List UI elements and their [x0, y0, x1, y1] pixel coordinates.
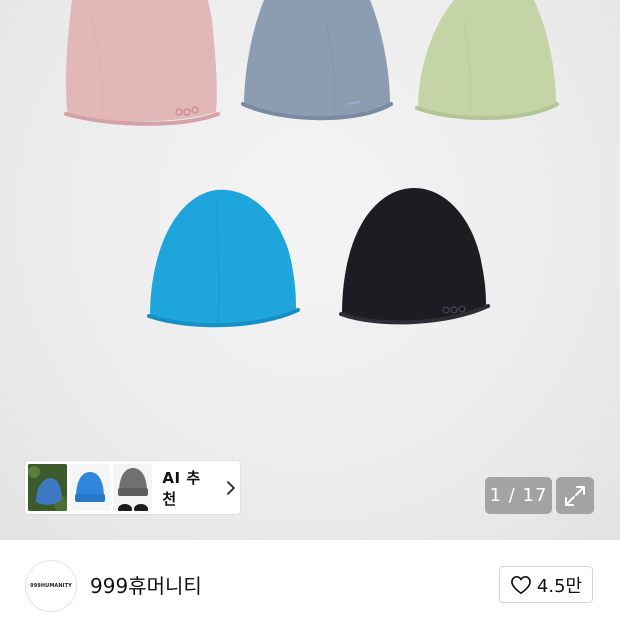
blue-beanie-icon	[70, 464, 110, 511]
grey-blue-beanie-image	[241, 0, 393, 121]
pink-beanie-image	[64, 0, 220, 126]
image-counter-text: 1 / 17	[489, 485, 548, 506]
image-counter: 1 / 17	[485, 477, 552, 514]
heart-icon	[510, 575, 531, 594]
ai-recommend-label: AI 추천	[162, 468, 201, 508]
like-count: 4.5만	[536, 575, 583, 597]
expand-icon	[565, 485, 585, 506]
recommend-thumbnail-blue[interactable]	[70, 464, 110, 511]
sky-blue-beanie-image	[147, 189, 300, 328]
sage-beanie-image	[415, 0, 559, 121]
chevron-right-icon	[227, 480, 235, 495]
brand-logo-text: 999HUMANITY	[30, 583, 72, 589]
expand-button[interactable]	[556, 477, 594, 514]
recommend-thumbnail-grass[interactable]	[28, 464, 68, 511]
black-beanie-image	[339, 188, 490, 325]
blue-beanie-on-grass-icon	[28, 464, 68, 511]
recommend-thumbnail-grey[interactable]	[112, 464, 153, 511]
grey-and-black-beanies-icon	[112, 464, 153, 511]
like-button[interactable]: 4.5만	[499, 566, 593, 603]
ai-recommend-chip[interactable]: AI 추천	[25, 461, 240, 514]
brand-logo[interactable]: 999HUMANITY	[25, 560, 77, 612]
brand-name[interactable]: 999휴머니티	[90, 570, 202, 599]
product-image-gallery[interactable]: AI 추천 1 / 17	[0, 0, 620, 540]
